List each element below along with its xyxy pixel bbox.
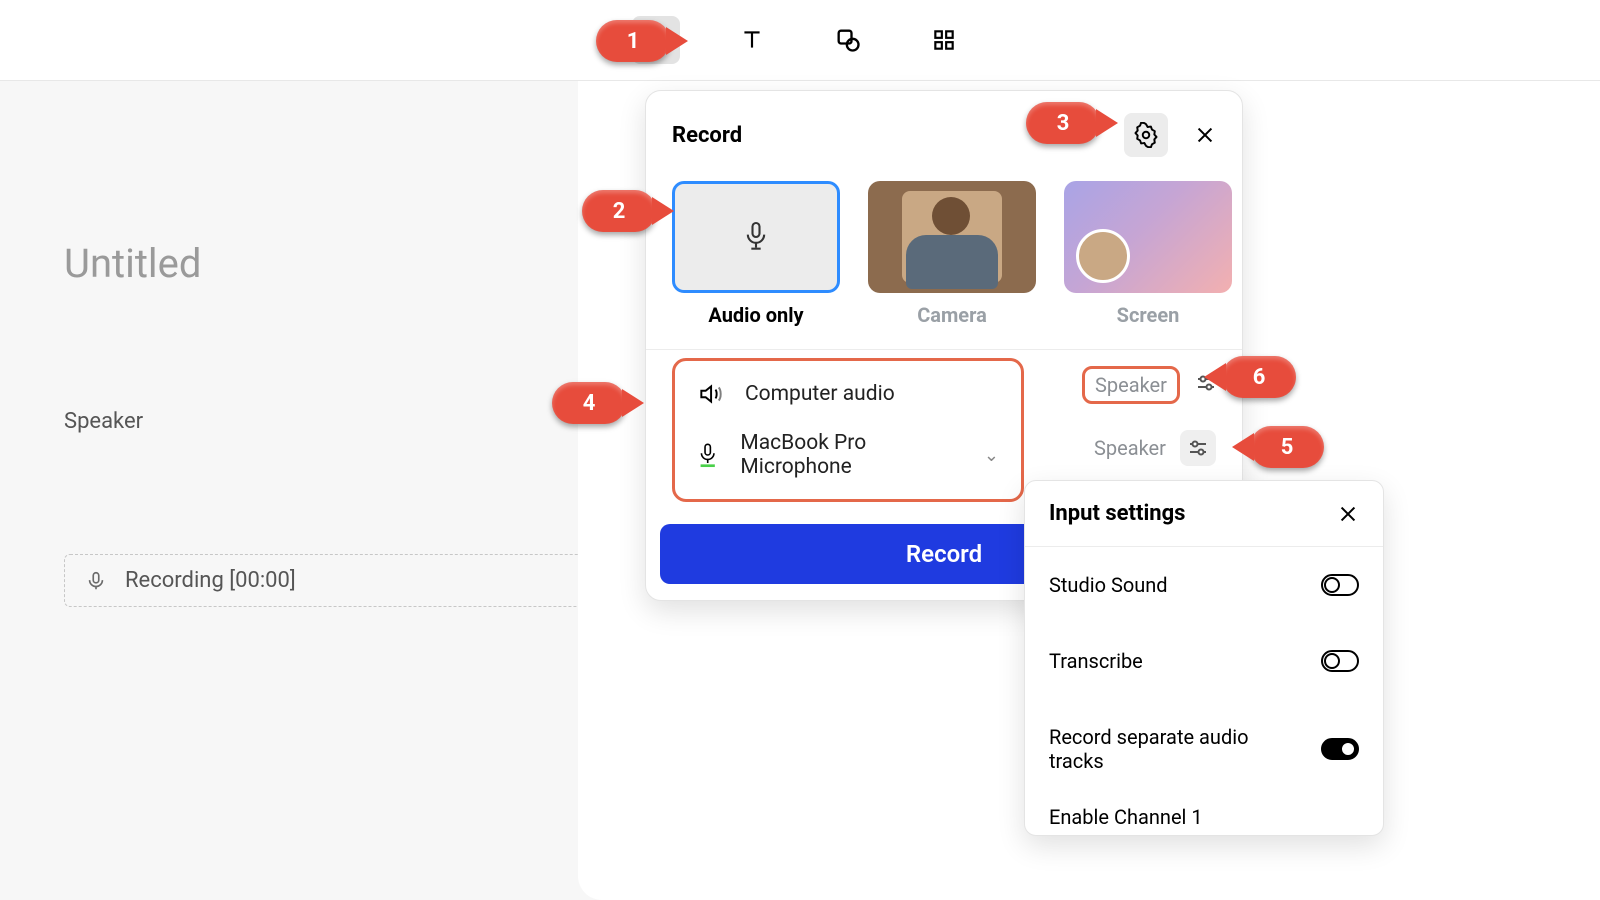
mic-icon [697,440,718,470]
microphone-speaker-name[interactable]: Speaker [1094,436,1166,460]
separate-tracks-toggle[interactable] [1321,738,1359,760]
callout-5: 5 [1250,426,1324,468]
mode-camera[interactable]: Camera [868,181,1036,327]
transcribe-row: Transcribe [1025,623,1383,699]
microphone-adjust-button[interactable] [1180,430,1216,466]
toolbar-text-button[interactable] [728,16,776,64]
computer-audio-label: Computer audio [745,382,895,406]
callout-2: 2 [582,190,656,232]
close-icon[interactable] [1194,124,1216,146]
callout-3: 3 [1026,102,1100,144]
studio-sound-label: Studio Sound [1049,573,1168,597]
microphone-label: MacBook Pro Microphone [740,431,940,479]
computer-audio-speaker-row: Speaker [1082,366,1218,404]
mode-audio-only[interactable]: Audio only [672,181,840,327]
record-popover-title: Record [672,123,742,148]
top-toolbar [0,0,1600,80]
computer-audio-row[interactable]: Computer audio [687,369,1009,419]
input-settings-panel: Input settings Studio Sound Transcribe R… [1024,480,1384,836]
mode-camera-label: Camera [917,303,987,327]
mode-audio-label: Audio only [708,303,803,327]
enable-channel-1-label: Enable Channel 1 [1049,805,1203,829]
close-icon[interactable] [1337,503,1359,525]
mode-screen-thumb [1064,181,1232,293]
toolbar-shapes-button[interactable] [824,16,872,64]
mode-screen-label: Screen [1117,303,1180,327]
mode-screen[interactable]: Screen [1064,181,1232,327]
grid-icon [931,27,957,53]
studio-sound-row: Studio Sound [1025,547,1383,623]
shapes-icon [834,26,862,54]
toolbar-grid-button[interactable] [920,16,968,64]
speaker-sound-icon [697,381,723,407]
chevron-down-icon[interactable]: ⌄ [984,445,999,466]
mic-icon [85,570,107,592]
callout-6: 6 [1222,356,1296,398]
callout-1: 1 [596,20,670,62]
studio-sound-toggle[interactable] [1321,574,1359,596]
separate-tracks-label: Record separate audio tracks [1049,725,1279,773]
mic-icon [742,220,770,254]
record-settings-button[interactable] [1124,113,1168,157]
enable-channel-1-row: Enable Channel 1 [1025,799,1383,835]
transcribe-toggle[interactable] [1321,650,1359,672]
mode-camera-thumb [868,181,1036,293]
computer-audio-speaker-name[interactable]: Speaker [1082,366,1180,404]
recording-status-text: Recording [00:00] [125,568,296,593]
transcribe-label: Transcribe [1049,649,1143,673]
gear-icon [1133,122,1159,148]
text-icon [739,27,765,53]
separate-tracks-row: Record separate audio tracks [1025,699,1383,799]
input-settings-title: Input settings [1049,501,1185,526]
microphone-row[interactable]: MacBook Pro Microphone ⌄ [687,419,1009,491]
toolbar-divider [0,80,1600,81]
callout-4: 4 [552,382,626,424]
audio-inputs-box: Computer audio MacBook Pro Microphone ⌄ [672,358,1024,502]
sliders-icon [1186,436,1210,460]
microphone-speaker-row: Speaker [1094,430,1216,466]
mode-audio-thumb [672,181,840,293]
